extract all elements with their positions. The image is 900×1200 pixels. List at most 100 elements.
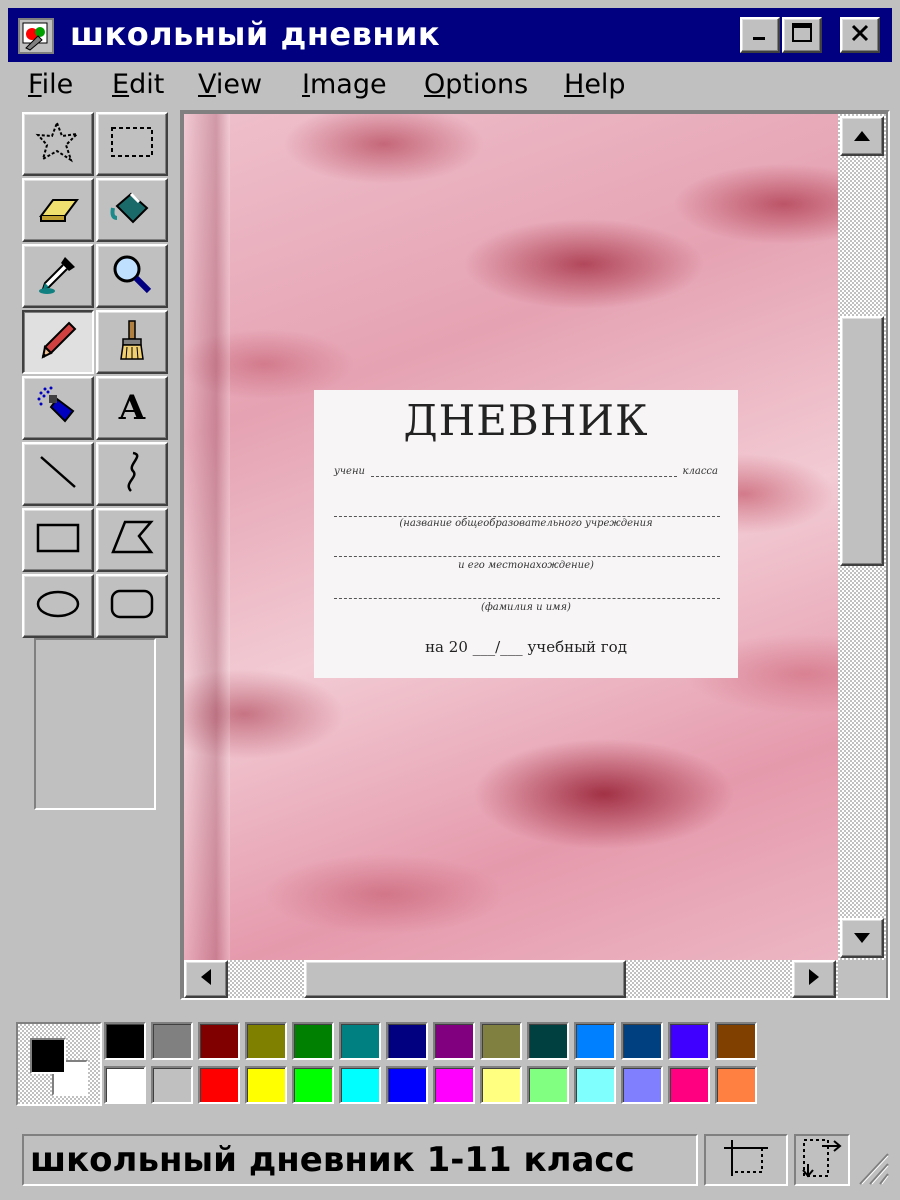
palette-swatch[interactable] [527,1022,569,1060]
palette-swatch[interactable] [292,1066,334,1104]
line-icon [35,449,81,499]
palette-swatch[interactable] [292,1022,334,1060]
caption-institution: (название общеобразовательного учреждени… [399,518,653,529]
status-text: школьный дневник 1-11 класс [30,1140,635,1180]
palette-swatch[interactable] [198,1022,240,1060]
palette-swatch[interactable] [433,1066,475,1104]
location-blank [334,556,720,557]
tool-pencil[interactable] [22,310,94,374]
palette-swatch[interactable] [104,1022,146,1060]
tool-rectangle[interactable] [22,508,94,572]
svg-text:A: A [118,388,146,428]
tool-fill[interactable] [96,178,168,242]
tool-box: A [12,110,178,1000]
scroll-left-button[interactable] [184,960,228,998]
tool-options-panel[interactable] [34,638,156,810]
tool-rounded-rectangle[interactable] [96,574,168,638]
scroll-down-button[interactable] [840,918,884,958]
tool-curve[interactable] [96,442,168,506]
tool-magnifier[interactable] [96,244,168,308]
foreground-color [30,1038,66,1074]
menu-image[interactable]: Image [302,68,387,102]
palette-swatch[interactable] [339,1022,381,1060]
palette-swatch[interactable] [480,1066,522,1104]
drawing-canvas[interactable]: ДНЕВНИК учени класса (название общеобраз… [184,114,838,960]
cover-spine [184,114,230,960]
tool-color-picker[interactable] [22,244,94,308]
palette-swatch[interactable] [245,1022,287,1060]
palette-swatch[interactable] [386,1022,428,1060]
tool-text[interactable]: A [96,376,168,440]
palette-swatch[interactable] [621,1066,663,1104]
tool-eraser[interactable] [22,178,94,242]
palette-swatch[interactable] [574,1022,616,1060]
vertical-scroll-thumb[interactable] [840,316,884,566]
menu-edit[interactable]: Edit [112,68,164,102]
palette-swatch[interactable] [621,1022,663,1060]
tool-ellipse[interactable] [22,574,94,638]
ellipse-icon [35,586,81,626]
horizontal-scroll-thumb[interactable] [304,960,626,998]
color-palette [12,1018,892,1114]
resize-grip[interactable] [854,1146,890,1186]
palette-swatch[interactable] [668,1066,710,1104]
student-suffix: класса [682,466,718,477]
palette-swatch[interactable] [104,1066,146,1104]
tool-line[interactable] [22,442,94,506]
palette-swatch[interactable] [339,1066,381,1104]
palette-swatch[interactable] [151,1066,193,1104]
curve-icon [109,449,155,499]
palette-swatch[interactable] [386,1066,428,1104]
palette-swatch[interactable] [198,1066,240,1104]
menu-file[interactable]: File [28,68,73,102]
rounded-rectangle-icon [109,586,155,626]
close-button[interactable] [840,17,880,53]
airbrush-icon [35,383,81,433]
cursor-position-icon [722,1138,770,1182]
scroll-right-button[interactable] [792,960,836,998]
vertical-scrollbar[interactable] [838,114,886,960]
arrow-right-icon [808,968,820,990]
palette-swatch[interactable] [668,1022,710,1060]
menu-help[interactable]: Help [564,68,626,102]
rectangle-icon [35,520,81,560]
fill-bucket-icon [109,188,155,232]
palette-swatch[interactable] [574,1066,616,1104]
status-position-panel [704,1134,788,1186]
magnifier-icon [109,251,155,301]
title-bar: школьный дневник [8,8,892,62]
palette-swatch[interactable] [715,1022,757,1060]
color-picker-icon [35,251,81,301]
arrow-down-icon [853,929,871,948]
palette-swatch[interactable] [433,1022,475,1060]
menu-view[interactable]: View [198,68,262,102]
tool-brush[interactable] [96,310,168,374]
canvas-frame: ДНЕВНИК учени класса (название общеобраз… [180,110,890,1000]
scroll-up-button[interactable] [840,116,884,156]
name-blank [334,598,720,599]
horizontal-scrollbar[interactable] [184,960,838,998]
tool-polygon[interactable] [96,508,168,572]
minimize-icon [750,23,770,47]
palette-swatch[interactable] [151,1022,193,1060]
selection-size-icon [800,1136,844,1184]
maximize-button[interactable] [782,17,822,53]
color-indicator[interactable] [16,1022,102,1106]
status-bar: школьный дневник 1-11 класс [8,1128,892,1192]
tool-free-form-select[interactable] [22,112,94,176]
palette-swatch[interactable] [245,1066,287,1104]
menu-options[interactable]: Options [424,68,528,102]
palette-swatch[interactable] [527,1066,569,1104]
palette-swatch[interactable] [480,1022,522,1060]
tool-select[interactable] [96,112,168,176]
status-size-panel [794,1134,850,1186]
maximize-icon [791,22,813,48]
minimize-button[interactable] [740,17,780,53]
palette-swatch[interactable] [715,1066,757,1104]
brush-icon [109,317,155,367]
scroll-corner [838,960,886,998]
tool-airbrush[interactable] [22,376,94,440]
free-form-select-icon [35,119,81,169]
menu-bar: File Edit View Image Options Help [8,62,892,108]
caption-location: и его местонахождение) [458,560,594,571]
